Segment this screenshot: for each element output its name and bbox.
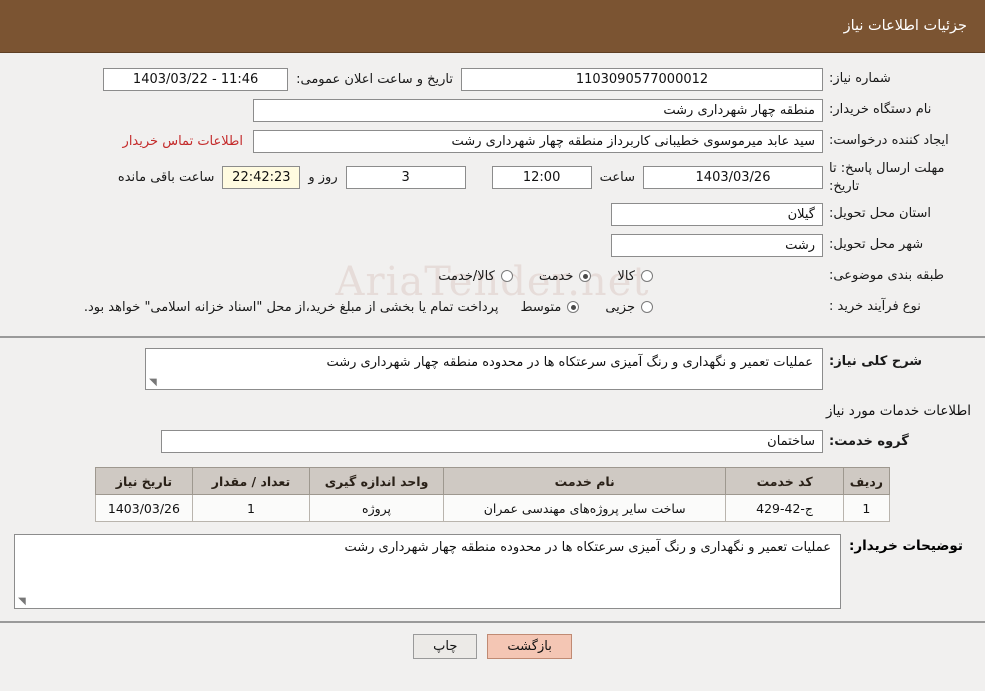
publish-datetime-value: 11:46 - 1403/03/22 <box>103 67 289 91</box>
radio-dot-icon[interactable] <box>641 270 653 283</box>
table-row: 1 ج-42-429 ساخت سایر پروژه‌های مهندسی عم… <box>95 494 891 523</box>
publish-datetime-label: تاریخ و ساعت اعلان عمومی: <box>296 71 453 87</box>
process-label: نوع فرآیند خرید : <box>829 299 921 315</box>
cell-need-date: 1403/03/26 <box>95 494 193 523</box>
radio-dot-icon[interactable] <box>641 301 653 314</box>
services-table: ردیف کد خدمت نام خدمت واحد اندازه گیری ت… <box>95 467 891 523</box>
row-need-number: شماره نیاز: 1103090577000012 تاریخ و ساع… <box>14 67 971 91</box>
general-desc-text: عملیات تعمیر و نگهداری و رنگ آمیزی سرعتک… <box>326 355 813 371</box>
row-category: طبقه بندی موضوعی: کالا خدمت کالا/خدمت <box>14 264 971 288</box>
category-option-label: کالا <box>617 268 635 284</box>
hour-label: ساعت <box>599 170 635 186</box>
requester-value: سید عابد میرموسوی خطیبانی کاربرداز منطقه… <box>253 129 823 153</box>
process-option-label: متوسط <box>520 299 562 315</box>
province-label: استان محل تحویل: <box>829 206 931 222</box>
cell-row-index: 1 <box>842 494 891 523</box>
buyer-notes-label: توضیحات خریدار: <box>849 538 963 555</box>
need-details-panel: شرح کلی نیاز: عملیات تعمیر و نگهداری و ر… <box>0 338 985 624</box>
category-option-label: خدمت <box>538 268 574 284</box>
row-buyer-org: نام دستگاه خریدار: منطقه چهار شهرداری رش… <box>14 98 971 122</box>
general-desc-value: عملیات تعمیر و نگهداری و رنگ آمیزی سرعتک… <box>145 348 823 391</box>
print-button[interactable]: چاپ <box>413 634 478 660</box>
cell-service-name: ساخت سایر پروژه‌های مهندسی عمران <box>443 494 727 523</box>
row-requester: ایجاد کننده درخواست: سید عابد میرموسوی خ… <box>14 129 971 153</box>
buyer-org-value: منطقه چهار شهرداری رشت <box>253 98 823 122</box>
deadline-hour-value: 12:00 <box>491 166 592 190</box>
services-section-title: اطلاعات خدمات مورد نیاز <box>826 403 971 420</box>
buyer-notes-text: عملیات تعمیر و نگهداری و رنگ آمیزی سرعتک… <box>344 540 831 556</box>
resize-grip-icon[interactable]: ◤ <box>18 596 26 607</box>
buyer-contact-link[interactable]: اطلاعات تماس خریدار <box>113 134 253 149</box>
process-option-motavaset[interactable]: متوسط <box>520 299 580 315</box>
deadline-date-value: 1403/03/26 <box>643 166 823 190</box>
row-general-desc: شرح کلی نیاز: عملیات تعمیر و نگهداری و ر… <box>14 348 971 391</box>
th-quantity: تعداد / مقدار <box>191 467 311 496</box>
cell-service-code: ج-42-429 <box>725 494 844 523</box>
services-table-wrap: ردیف کد خدمت نام خدمت واحد اندازه گیری ت… <box>14 463 971 523</box>
deadline-label: مهلت ارسال پاسخ: تا تاریخ: <box>829 161 945 194</box>
radio-dot-icon[interactable] <box>500 270 513 283</box>
category-radio-group[interactable]: کالا خدمت کالا/خدمت <box>438 269 653 284</box>
page-root: جزئیات اطلاعات نیاز AriaTender.net شماره… <box>0 0 985 691</box>
table-header-row: ردیف کد خدمت نام خدمت واحد اندازه گیری ت… <box>95 467 891 496</box>
category-option-kala-khedmat[interactable]: کالا/خدمت <box>438 269 513 284</box>
th-service-name: نام خدمت <box>443 467 727 496</box>
city-value: رشت <box>611 233 823 257</box>
requester-label: ایجاد کننده درخواست: <box>829 133 949 149</box>
th-service-code: کد خدمت <box>725 467 844 496</box>
radio-dot-icon[interactable] <box>579 270 592 283</box>
row-buyer-notes: توضیحات خریدار: عملیات تعمیر و نگهداری و… <box>14 534 971 610</box>
remaining-days-value: 3 <box>345 166 466 190</box>
need-summary-panel: AriaTender.net شماره نیاز: 1103090577000… <box>0 53 985 339</box>
need-number-label: شماره نیاز: <box>829 71 891 87</box>
need-number-value: 1103090577000012 <box>461 67 823 91</box>
buyer-org-label: نام دستگاه خریدار: <box>829 102 932 118</box>
category-option-khedmat[interactable]: خدمت <box>539 269 592 284</box>
process-option-jozi[interactable]: جزیی <box>605 300 653 315</box>
process-note: پرداخت تمام یا بخشی از مبلغ خرید،از محل … <box>83 299 499 315</box>
remaining-label: ساعت باقی مانده <box>117 170 215 186</box>
process-option-label: جزیی <box>605 299 635 315</box>
row-city: شهر محل تحویل: رشت <box>14 233 971 257</box>
footer-actions: بازگشت چاپ <box>0 623 985 660</box>
category-option-kala[interactable]: کالا <box>617 269 653 284</box>
radio-dot-icon[interactable] <box>567 301 580 314</box>
general-desc-label: شرح کلی نیاز: <box>829 354 923 370</box>
th-unit: واحد اندازه گیری <box>309 467 445 496</box>
page-title: جزئیات اطلاعات نیاز <box>843 18 967 34</box>
row-process-type: نوع فرآیند خرید : جزیی متوسط پرداخت تمام… <box>14 295 971 319</box>
row-service-group: گروه خدمت: ساختمان <box>14 430 971 454</box>
row-deadline: مهلت ارسال پاسخ: تا تاریخ: 1403/03/26 سا… <box>14 160 971 195</box>
service-group-value: ساختمان <box>161 430 823 454</box>
th-need-date: تاریخ نیاز <box>95 467 193 496</box>
cell-unit: پروژه <box>309 494 445 523</box>
remaining-time-value: 22:42:23 <box>222 166 301 190</box>
process-radio-group[interactable]: جزیی متوسط <box>520 300 653 315</box>
page-header: جزئیات اطلاعات نیاز <box>0 0 985 53</box>
buyer-notes-value: عملیات تعمیر و نگهداری و رنگ آمیزی سرعتک… <box>14 534 841 610</box>
cell-quantity: 1 <box>191 494 311 523</box>
city-label: شهر محل تحویل: <box>829 237 924 253</box>
back-button[interactable]: بازگشت <box>487 634 572 660</box>
province-value: گیلان <box>611 202 823 226</box>
row-province: استان محل تحویل: گیلان <box>14 202 971 226</box>
service-group-label: گروه خدمت: <box>829 433 909 449</box>
days-label: روز و <box>308 170 338 186</box>
category-label: طبقه بندی موضوعی: <box>829 268 945 284</box>
th-row-index: ردیف <box>842 467 891 496</box>
resize-grip-icon[interactable]: ◤ <box>149 377 157 388</box>
category-option-label: کالا/خدمت <box>438 268 495 284</box>
